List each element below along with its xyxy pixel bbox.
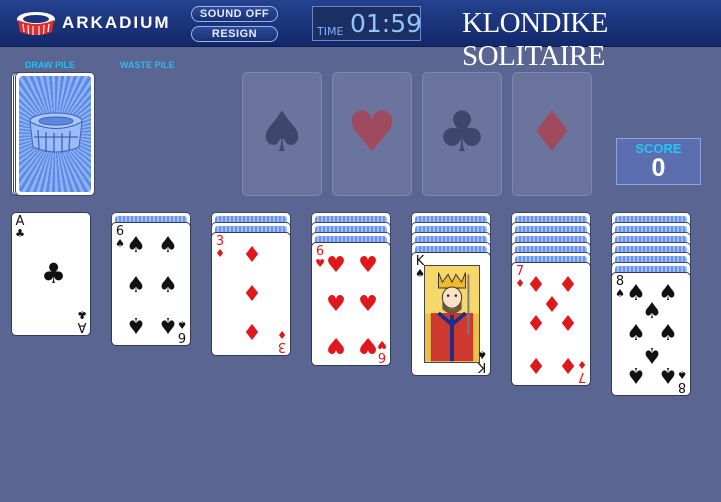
score-value: 0 (651, 154, 666, 182)
club-icon: ♣ (15, 227, 25, 240)
foundation-diamonds[interactable]: ♦ (512, 72, 592, 196)
card-rank: K (477, 359, 487, 374)
card-three-diamonds[interactable]: 3 ♦ ♦ ♦ ♦ 3 ♦ (211, 232, 291, 356)
heart-icon: ♥ (326, 253, 346, 278)
spade-icon: ♠ (477, 348, 487, 361)
card-rank: 6 (377, 349, 387, 364)
foundation-hearts[interactable]: ♥ (332, 72, 412, 196)
game-title: KLONDIKE SOLITAIRE (462, 7, 608, 72)
spade-icon: ♠ (126, 312, 146, 337)
spade-icon: ♠ (642, 299, 662, 324)
diamond-icon: ♦ (277, 328, 287, 341)
diamond-icon: ♦ (577, 358, 587, 371)
top-bar: ARKADIUM SOUND OFF RESIGN TIME 01:59 KLO… (0, 0, 721, 72)
king-portrait-icon (424, 265, 480, 363)
spade-icon: ♠ (158, 273, 178, 298)
spade-icon: ♠ (158, 233, 178, 258)
arkadium-logo-icon (17, 12, 55, 35)
spade-icon: ♠ (256, 100, 308, 165)
diamond-icon: ♦ (242, 321, 262, 346)
heart-icon: ♥ (326, 292, 346, 317)
time-value: 01:59 (350, 9, 423, 38)
card-eight-spades[interactable]: 8 ♠ ♠ ♠ ♠ ♠ ♠ ♠ ♠ ♠ 8 ♠ (611, 272, 691, 396)
spade-icon: ♠ (626, 362, 646, 387)
waste-pile-label: WASTE PILE (120, 60, 175, 70)
time-label: TIME (317, 25, 344, 38)
brand-name: ARKADIUM (62, 13, 171, 32)
heart-icon: ♥ (326, 332, 346, 357)
card-six-hearts[interactable]: 6 ♥ ♥ ♥ ♥ ♥ ♥ ♥ 6 ♥ (311, 242, 391, 366)
diamond-icon: ♦ (558, 312, 578, 337)
club-icon: ♣ (41, 257, 67, 290)
club-icon: ♣ (77, 308, 87, 321)
card-rank: 7 (577, 369, 587, 384)
diamond-icon: ♦ (215, 247, 225, 260)
club-icon: ♣ (436, 100, 488, 165)
card-rank: 8 (677, 379, 687, 394)
timer: TIME 01:59 (312, 6, 423, 41)
diamond-icon: ♦ (526, 312, 546, 337)
draw-pile-label: DRAW PILE (25, 60, 76, 70)
heart-icon: ♥ (358, 292, 378, 317)
card-back-top[interactable] (15, 72, 95, 196)
diamond-icon: ♦ (242, 282, 262, 307)
spade-icon: ♠ (126, 273, 146, 298)
card-rank: A (77, 319, 87, 334)
diamond-icon: ♦ (242, 243, 262, 268)
card-rank: 6 (177, 329, 187, 344)
colosseum-icon (29, 112, 83, 153)
heart-icon: ♥ (377, 338, 387, 351)
spade-icon: ♠ (177, 318, 187, 331)
foundation-spades[interactable]: ♠ (242, 72, 322, 196)
spade-icon: ♠ (677, 368, 687, 381)
resign-button[interactable]: RESIGN (191, 26, 278, 42)
card-king-spades[interactable]: K ♠ K ♠ (411, 252, 491, 376)
sound-off-button[interactable]: SOUND OFF (191, 6, 278, 22)
card-seven-diamonds[interactable]: 7 ♦ ♦ ♦ ♦ ♦ ♦ ♦ ♦ 7 ♦ (511, 262, 591, 386)
diamond-icon: ♦ (526, 352, 546, 377)
score-panel: SCORE 0 (616, 138, 701, 185)
heart-icon: ♥ (358, 253, 378, 278)
card-six-spades[interactable]: 6 ♠ ♠ ♠ ♠ ♠ ♠ ♠ 6 ♠ (111, 222, 191, 346)
spade-icon: ♠ (126, 233, 146, 258)
card-rank: 3 (277, 339, 287, 354)
card-ace-clubs[interactable]: A ♣ ♣ A ♣ (11, 212, 91, 336)
diamond-icon: ♦ (526, 100, 578, 165)
foundation-clubs[interactable]: ♣ (422, 72, 502, 196)
heart-icon: ♥ (346, 100, 398, 165)
